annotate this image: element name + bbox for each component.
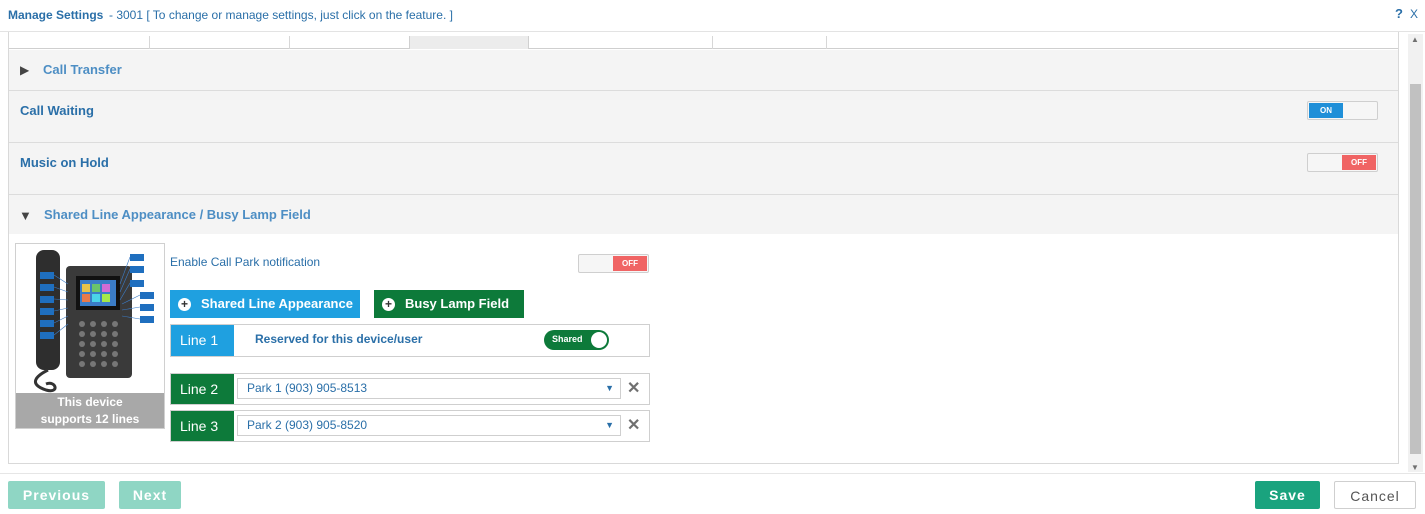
expand-right-icon: ▶: [20, 63, 30, 77]
next-button[interactable]: Next: [119, 481, 181, 509]
row-sla-blf[interactable]: ▼ Shared Line Appearance / Busy Lamp Fie…: [9, 195, 1398, 234]
shared-toggle[interactable]: Shared: [544, 330, 609, 350]
select-value: Park 2 (903) 905-8520: [247, 418, 368, 432]
button-label: Busy Lamp Field: [405, 296, 510, 311]
dialog-footer: Previous Next Save Cancel: [0, 473, 1425, 514]
scroll-up-icon[interactable]: ▲: [1411, 35, 1419, 44]
busy-lamp-field-button[interactable]: + Busy Lamp Field: [374, 290, 524, 318]
expand-down-icon: ▼: [19, 208, 32, 223]
scroll-down-icon[interactable]: ▼: [1411, 463, 1419, 472]
tab-divider: [826, 36, 827, 49]
dialog-subtitle: - 3001 [ To change or manage settings, j…: [109, 8, 453, 22]
shared-label: Shared: [552, 334, 583, 344]
row-call-transfer[interactable]: ▶ Call Transfer: [9, 50, 1398, 91]
dialog-titlebar: Manage Settings - 3001 [ To change or ma…: [0, 0, 1425, 32]
line-reserved-text: Reserved for this device/user: [255, 332, 423, 346]
dialog-title: Manage Settings: [8, 8, 104, 22]
line-row: Line 2 Park 1 (903) 905-8513 ▼ ✕: [170, 373, 650, 405]
phone-caption-line2: supports 12 lines: [40, 412, 140, 426]
tab-active[interactable]: [409, 36, 529, 49]
line-2-select[interactable]: Park 1 (903) 905-8513 ▼: [237, 378, 621, 399]
cancel-button[interactable]: Cancel: [1334, 481, 1416, 509]
line-tag: Line 3: [171, 411, 234, 441]
toggle-on-label: ON: [1309, 103, 1343, 118]
close-button[interactable]: X: [1410, 7, 1418, 21]
line-row: Line 1 Reserved for this device/user Sha…: [170, 324, 650, 357]
phone-caption: This device supports 12 lines: [16, 393, 164, 428]
help-icon[interactable]: ?: [1395, 6, 1403, 21]
phone-caption-line1: This device: [57, 395, 123, 409]
line-row: Line 3 Park 2 (903) 905-8520 ▼ ✕: [170, 410, 650, 442]
toggle-off-label: OFF: [1342, 155, 1376, 170]
settings-content: ▶ Call Transfer Call Waiting ON Music on…: [8, 32, 1399, 464]
plus-icon: +: [382, 298, 395, 311]
tab-divider: [712, 36, 713, 49]
row-label: Call Waiting: [20, 103, 94, 118]
save-button[interactable]: Save: [1255, 481, 1320, 509]
remove-line-icon[interactable]: ✕: [627, 378, 640, 398]
scrollbar-thumb[interactable]: [1410, 84, 1421, 454]
line-tag: Line 2: [171, 374, 234, 404]
line-3-select[interactable]: Park 2 (903) 905-8520 ▼: [237, 415, 621, 436]
call-park-toggle[interactable]: OFF: [578, 254, 649, 273]
toggle-knob: [591, 332, 607, 348]
tab-divider: [289, 36, 290, 49]
chevron-down-icon: ▼: [605, 420, 614, 430]
row-music-on-hold[interactable]: Music on Hold OFF: [9, 143, 1398, 195]
row-call-waiting[interactable]: Call Waiting ON: [9, 91, 1398, 143]
call-park-label: Enable Call Park notification: [170, 255, 321, 269]
music-on-hold-toggle[interactable]: OFF: [1307, 153, 1378, 172]
row-label: Call Transfer: [43, 62, 122, 77]
row-label: Music on Hold: [20, 155, 109, 170]
toggle-off-label: OFF: [613, 256, 647, 271]
tab-divider: [149, 36, 150, 49]
remove-line-icon[interactable]: ✕: [627, 415, 640, 435]
vertical-scrollbar[interactable]: ▲ ▼: [1408, 34, 1423, 472]
button-label: Shared Line Appearance: [201, 296, 353, 311]
phone-image: This device supports 12 lines: [15, 243, 165, 429]
phone-illustration: [34, 250, 154, 393]
plus-icon: +: [178, 298, 191, 311]
chevron-down-icon: ▼: [605, 383, 614, 393]
row-label: Shared Line Appearance / Busy Lamp Field: [44, 207, 311, 222]
tab-strip: [9, 32, 1398, 49]
call-waiting-toggle[interactable]: ON: [1307, 101, 1378, 120]
select-value: Park 1 (903) 905-8513: [247, 381, 368, 395]
previous-button[interactable]: Previous: [8, 481, 105, 509]
shared-line-appearance-button[interactable]: + Shared Line Appearance: [170, 290, 360, 318]
line-tag: Line 1: [171, 325, 234, 356]
